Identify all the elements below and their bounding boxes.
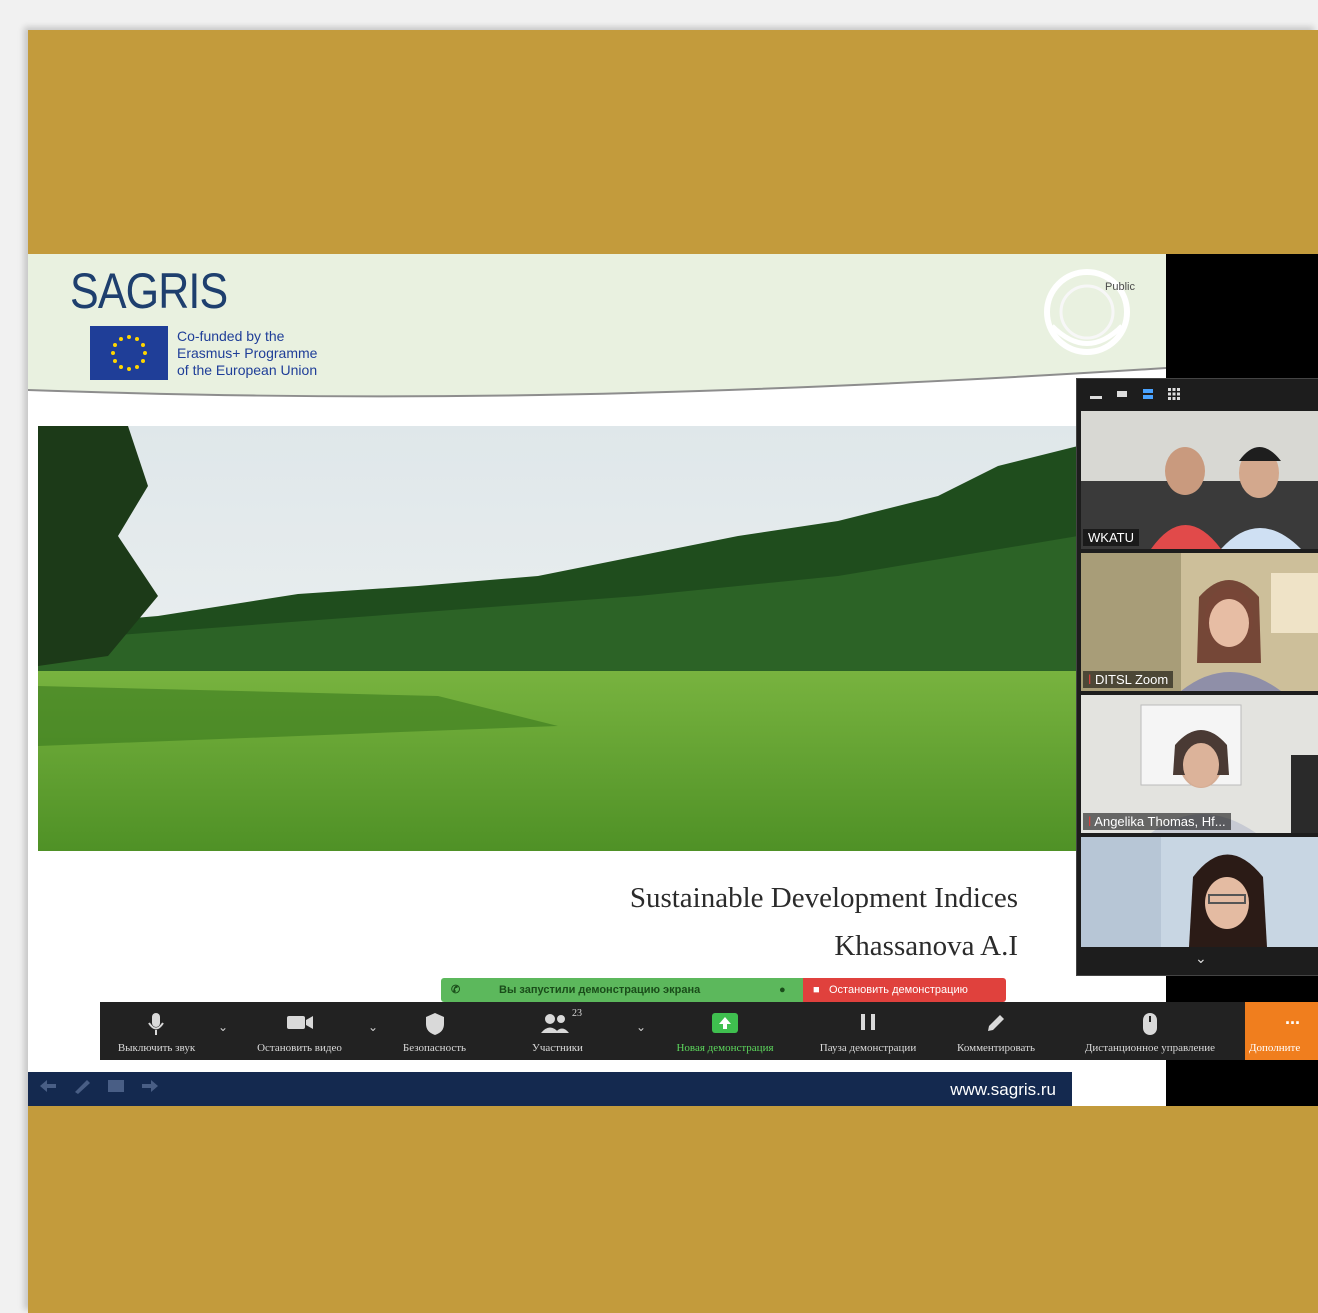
sagris-logo: SAGRIS: [70, 263, 228, 319]
participants-icon: [541, 1014, 569, 1033]
annotate-label: Комментировать: [957, 1042, 1035, 1054]
new-share-label: Новая демонстрация: [676, 1042, 774, 1054]
muted-mic-icon: ǀ: [1088, 672, 1092, 687]
pause-share-label: Пауза демонстрации: [819, 1042, 917, 1054]
slide-author: Khassanova A.I: [834, 930, 1018, 962]
slide-header: SAGRIS Co-funded by the Erasmus+ Program…: [28, 254, 1166, 406]
mute-label: Выключить звук: [117, 1042, 196, 1054]
slide-title: Sustainable Development Indices: [629, 882, 1018, 914]
video-feed: [1081, 837, 1318, 947]
participant-tile[interactable]: ǀ DITSL Zoom: [1081, 553, 1318, 691]
strip-view-icon[interactable]: [1115, 387, 1129, 401]
mute-button[interactable]: Выключить звук: [104, 1002, 209, 1060]
eu-text-line-1: Co-funded by the: [177, 328, 285, 344]
more-label: Дополните: [1249, 1042, 1301, 1054]
stop-icon: ■: [813, 984, 820, 996]
participant-tile[interactable]: [1081, 837, 1318, 947]
grid-view-icon[interactable]: [1167, 387, 1181, 401]
share-screen-icon: [712, 1013, 738, 1033]
video-gallery-panel: WKATU ǀ DITSL Zoom ǀ Angelika Thomas, Hf…: [1076, 378, 1318, 976]
participant-tile[interactable]: ǀ Angelika Thomas, Hf...: [1081, 695, 1318, 833]
eu-text-line-2: Erasmus+ Programme: [177, 345, 318, 361]
more-dots-icon: ...: [1285, 1008, 1301, 1028]
stop-video-label: Остановить видео: [257, 1042, 342, 1054]
mouse-icon: [1143, 1013, 1157, 1035]
speaker-view-icon[interactable]: [1141, 387, 1155, 401]
forward-arrow-icon[interactable]: [140, 1078, 160, 1094]
more-button[interactable]: ... Дополните: [1245, 1002, 1318, 1060]
presenter-controls: [38, 1078, 160, 1094]
annotate-button[interactable]: Комментировать: [942, 1002, 1050, 1060]
share-message: Вы запустили демонстрацию экрана: [499, 984, 701, 996]
new-share-button[interactable]: Новая демонстрация: [660, 1002, 790, 1060]
security-button[interactable]: Безопасность: [392, 1002, 477, 1060]
pencil-icon: [988, 1015, 1004, 1031]
chevron-down-icon[interactable]: ⌄: [1195, 950, 1207, 967]
participant-tile[interactable]: WKATU: [1081, 411, 1318, 549]
participant-name: WKATU: [1083, 529, 1139, 546]
zoom-screen: SAGRIS Co-funded by the Erasmus+ Program…: [28, 254, 1318, 1106]
back-arrow-icon[interactable]: [38, 1078, 58, 1094]
gallery-view-controls: [1077, 379, 1318, 409]
eu-text-line-3: of the European Union: [177, 362, 318, 378]
eu-flag-icon: [90, 326, 168, 380]
pen-icon[interactable]: [72, 1078, 92, 1094]
participant-name-text: Angelika Thomas, Hf...: [1094, 814, 1226, 829]
pause-icon: [861, 1014, 875, 1030]
phone-icon: ✆: [451, 984, 461, 996]
participant-name: ǀ DITSL Zoom: [1083, 671, 1174, 688]
security-label: Безопасность: [402, 1042, 467, 1054]
muted-mic-icon: ǀ: [1088, 814, 1092, 829]
share-status: ✆ Вы запустили демонстрацию экрана ●: [441, 978, 803, 1002]
stop-share-label: Остановить демонстрацию: [829, 984, 968, 996]
microphone-icon: [148, 1013, 164, 1035]
participants-count: 23: [572, 1008, 582, 1019]
footer-url: www.sagris.ru: [950, 1080, 1056, 1099]
participants-label: Участники: [532, 1042, 583, 1054]
pause-share-button[interactable]: Пауза демонстрации: [804, 1002, 932, 1060]
shield-icon: [426, 1013, 444, 1035]
forest-meadow-image: [38, 426, 1078, 851]
participants-options-chevron-icon[interactable]: ⌄: [636, 1020, 646, 1034]
university-emblem: [1044, 269, 1130, 355]
stop-video-button[interactable]: Остановить видео: [242, 1002, 357, 1060]
slides-icon[interactable]: [106, 1078, 126, 1094]
participants-button[interactable]: 23 Участники: [520, 1002, 595, 1060]
minimize-icon[interactable]: [1089, 387, 1103, 401]
video-camera-icon: [287, 1016, 313, 1029]
eu-funding-text: Co-funded by the Erasmus+ Programme of t…: [177, 328, 317, 379]
shield-icon: ●: [779, 984, 786, 996]
share-status-banner: ✆ Вы запустили демонстрацию экрана ● ■ О…: [441, 978, 1006, 1002]
slide-footer: www.sagris.ru: [28, 1072, 1072, 1106]
meeting-toolbar: Выключить звук ⌄ Остановить видео ⌄ Безо…: [100, 1002, 1318, 1060]
video-options-chevron-icon[interactable]: ⌄: [368, 1020, 378, 1034]
remote-control-button[interactable]: Дистанционное управление: [1060, 1002, 1240, 1060]
stop-share-button[interactable]: ■ Остановить демонстрацию: [803, 978, 1006, 1002]
public-label: Public: [1105, 281, 1135, 293]
participant-name: ǀ Angelika Thomas, Hf...: [1083, 813, 1231, 830]
participant-name-text: DITSL Zoom: [1095, 672, 1169, 687]
remote-control-label: Дистанционное управление: [1084, 1042, 1216, 1054]
audio-options-chevron-icon[interactable]: ⌄: [218, 1020, 228, 1034]
